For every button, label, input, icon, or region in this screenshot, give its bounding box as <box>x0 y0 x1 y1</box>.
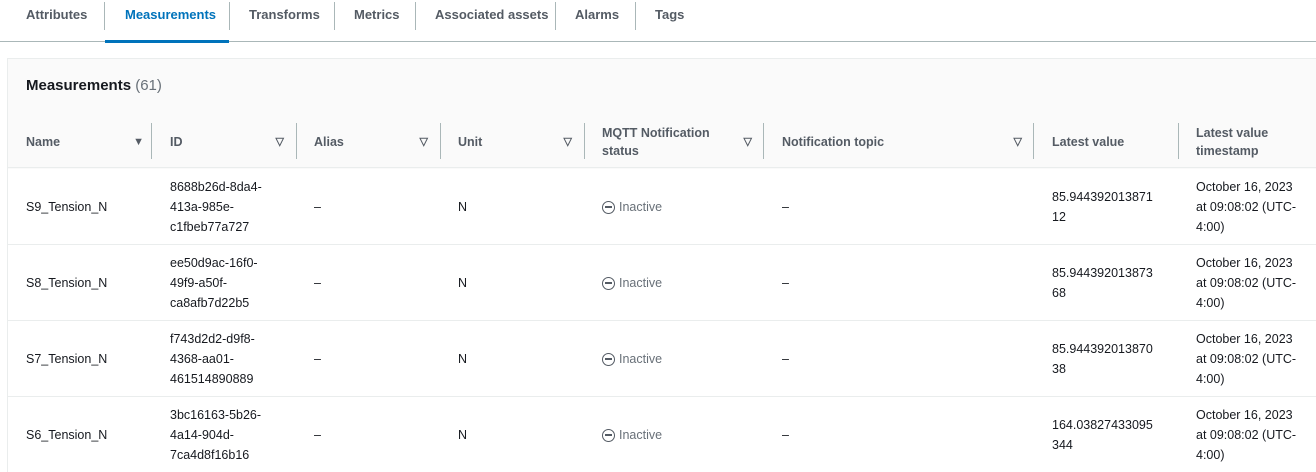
inactive-status-icon <box>602 428 615 442</box>
cell-alias: – <box>314 200 321 214</box>
cell-id: 8688b26d-8da4- 413a-985e-c1fbeb77a727 <box>170 180 262 234</box>
tab-label: Tags <box>655 7 685 22</box>
tab-label: Measurements <box>125 7 217 22</box>
cell-name: S6_Tension_N <box>26 428 108 442</box>
column-header-unit[interactable]: Unit ▽ <box>458 115 572 168</box>
column-divider <box>1033 123 1034 159</box>
cell-mqtt-status: Inactive <box>602 245 662 321</box>
tab-divider <box>334 2 335 30</box>
tab-alarms[interactable]: Alarms <box>575 0 619 41</box>
tab-transforms[interactable]: Transforms <box>249 0 320 41</box>
tab-associated-assets[interactable]: Associated assets <box>435 0 548 41</box>
column-header-latest-value-timestamp[interactable]: Latest value timestamp <box>1196 115 1314 168</box>
column-label: MQTT Notification status <box>602 125 710 158</box>
sort-caret-down-filled-icon[interactable]: ▼ <box>133 133 144 151</box>
cell-mqtt-status: Inactive <box>602 321 662 397</box>
cell-id: f743d2d2-d9f8- 4368-aa01- 461514890889 <box>170 332 255 386</box>
column-label: Unit <box>458 134 483 149</box>
cell-notification-topic: – <box>782 352 789 366</box>
table-row[interactable]: S8_Tension_N ee50d9ac-16f0- 49f9-a50f-ca8… <box>8 245 1316 321</box>
column-label: Name <box>26 134 61 149</box>
table-row[interactable]: S6_Tension_N 3bc16163-5b26- 4a14-904d- 7ca… <box>8 397 1316 472</box>
table-header: Name ▼ ID ▽ Alias ▽ Unit ▽ MQTT Notifica… <box>8 115 1316 168</box>
column-divider <box>151 123 152 159</box>
cell-name: S7_Tension_N <box>26 352 108 366</box>
tab-bar: Attributes Measurements Transforms Metri… <box>0 0 1316 43</box>
tab-divider <box>229 2 230 30</box>
panel-title-text: Measurements <box>26 77 132 94</box>
tab-measurements[interactable]: Measurements <box>105 0 229 43</box>
cell-latest-value: 85.944392013871 12 <box>1052 190 1153 224</box>
cell-notification-topic: – <box>782 276 789 290</box>
tab-label: Transforms <box>249 7 320 22</box>
column-divider <box>584 123 585 159</box>
column-divider <box>1178 123 1179 159</box>
cell-latest-value: 164.03827433095 344 <box>1052 418 1153 452</box>
column-label: Latest value <box>1052 134 1125 149</box>
panel-title: Measurements (61) <box>26 77 162 94</box>
cell-id: 3bc16163-5b26- 4a14-904d- 7ca4d8f16b16 <box>170 408 262 462</box>
cell-timestamp: October 16, 2023 at 09:08:02 (UTC- 4:00) <box>1196 332 1297 386</box>
cell-unit: N <box>458 352 468 366</box>
column-divider <box>440 123 441 159</box>
column-divider <box>763 123 764 159</box>
cell-name: S8_Tension_N <box>26 276 108 290</box>
cell-id: ee50d9ac-16f0- 49f9-a50f-ca8afb7d22b5 <box>170 256 258 310</box>
column-header-notification-topic[interactable]: Notification topic ▽ <box>782 115 1022 168</box>
tab-divider <box>555 2 556 30</box>
status-text: Inactive <box>619 276 663 290</box>
inactive-status-icon <box>602 352 615 366</box>
column-label: ID <box>170 134 183 149</box>
measurements-panel: Measurements (61) Name ▼ ID ▽ Alias ▽ Un… <box>7 58 1316 472</box>
tab-divider <box>415 2 416 30</box>
panel-header: Measurements (61) <box>8 59 1316 115</box>
column-header-id[interactable]: ID ▽ <box>170 115 284 168</box>
tab-attributes[interactable]: Attributes <box>26 0 87 41</box>
cell-notification-topic: – <box>782 200 789 214</box>
tab-divider <box>635 2 636 30</box>
sort-caret-down-outline-icon[interactable]: ▽ <box>744 133 752 151</box>
tab-label: Metrics <box>354 7 400 22</box>
column-header-alias[interactable]: Alias ▽ <box>314 115 428 168</box>
cell-timestamp: October 16, 2023 at 09:08:02 (UTC- 4:00) <box>1196 408 1297 462</box>
column-header-latest-value[interactable]: Latest value <box>1052 115 1172 168</box>
cell-timestamp: October 16, 2023 at 09:08:02 (UTC- 4:00) <box>1196 180 1297 234</box>
cell-unit: N <box>458 200 468 214</box>
tab-tags[interactable]: Tags <box>655 0 684 41</box>
cell-notification-topic: – <box>782 428 789 442</box>
column-header-name[interactable]: Name ▼ <box>26 115 144 168</box>
cell-name: S9_Tension_N <box>26 200 108 214</box>
table-row[interactable]: S7_Tension_N f743d2d2-d9f8- 4368-aa01- 461… <box>8 321 1316 397</box>
status-text: Inactive <box>619 352 663 366</box>
status-text: Inactive <box>619 200 663 214</box>
sort-caret-down-outline-icon[interactable]: ▽ <box>1014 133 1022 151</box>
inactive-status-icon <box>602 276 615 290</box>
tab-label: Associated assets <box>435 7 549 22</box>
cell-alias: – <box>314 276 321 290</box>
column-label: Alias <box>314 134 344 149</box>
sort-caret-down-outline-icon[interactable]: ▽ <box>276 133 284 151</box>
cell-latest-value: 85.944392013873 68 <box>1052 266 1153 300</box>
column-label: Notification topic <box>782 134 885 149</box>
cell-latest-value: 85.944392013870 38 <box>1052 342 1153 376</box>
table-row[interactable]: S9_Tension_N 8688b26d-8da4- 413a-985e-c1f… <box>8 169 1316 245</box>
cell-timestamp: October 16, 2023 at 09:08:02 (UTC- 4:00) <box>1196 256 1297 310</box>
measurement-count: (61) <box>135 77 162 94</box>
inactive-status-icon <box>602 200 615 214</box>
sort-caret-down-outline-icon[interactable]: ▽ <box>564 133 572 151</box>
tab-label: Attributes <box>26 7 88 22</box>
sort-caret-down-outline-icon[interactable]: ▽ <box>420 133 428 151</box>
status-text: Inactive <box>619 428 663 442</box>
cell-mqtt-status: Inactive <box>602 169 662 245</box>
cell-alias: – <box>314 428 321 442</box>
tab-metrics[interactable]: Metrics <box>354 0 400 41</box>
cell-unit: N <box>458 428 468 442</box>
tab-label: Alarms <box>575 7 620 22</box>
column-divider <box>296 123 297 159</box>
column-label: Latest value timestamp <box>1196 125 1269 158</box>
column-header-mqtt-status[interactable]: MQTT Notification status ▽ <box>602 115 752 168</box>
cell-alias: – <box>314 352 321 366</box>
cell-mqtt-status: Inactive <box>602 397 662 472</box>
cell-unit: N <box>458 276 468 290</box>
